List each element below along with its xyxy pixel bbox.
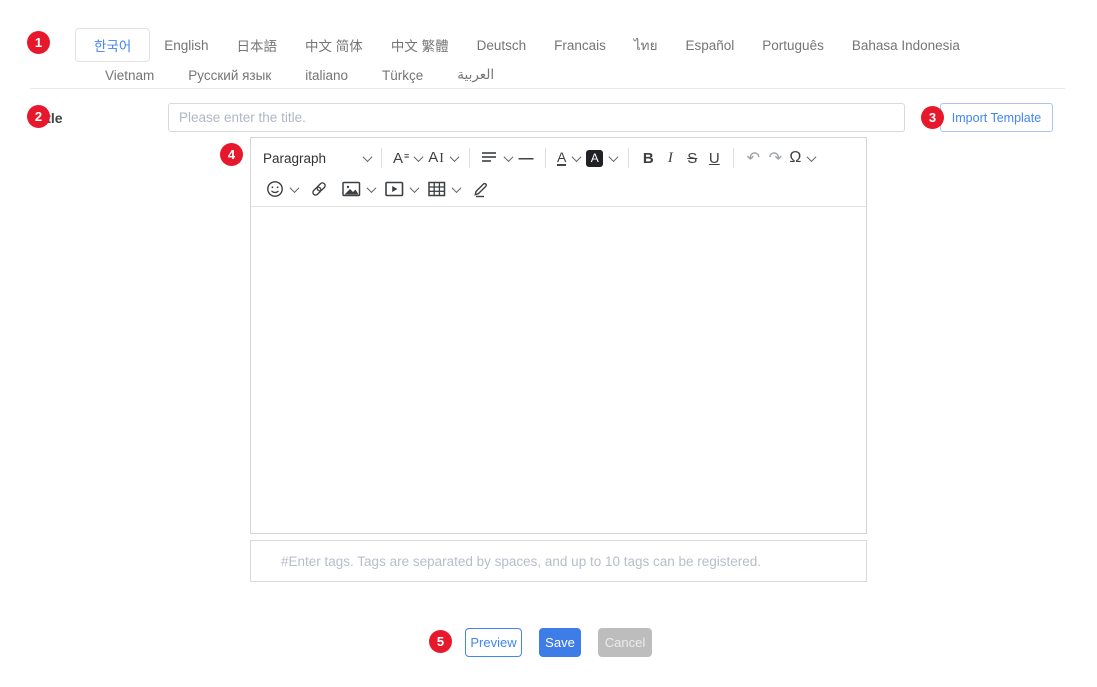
- language-tab-japanese[interactable]: 日本語: [223, 28, 292, 62]
- language-tab-spanish[interactable]: Español: [671, 28, 748, 62]
- language-tabs-row1: 한국어 English 日本語 中文 简体 中文 繁體 Deutsch Fran…: [75, 28, 974, 62]
- annotation-badge-3: 3: [921, 106, 944, 129]
- editor-content-area[interactable]: [251, 207, 866, 533]
- align-left-icon: [481, 151, 498, 165]
- omega-icon: Ω: [789, 149, 801, 167]
- table-icon: [428, 181, 446, 197]
- chevron-down-icon: [572, 152, 582, 162]
- undo-button[interactable]: ↶: [742, 146, 764, 170]
- language-tab-bahasa-indonesia[interactable]: Bahasa Indonesia: [838, 28, 974, 62]
- image-icon: [342, 181, 361, 197]
- align-button[interactable]: [478, 146, 515, 170]
- chevron-down-icon: [504, 152, 514, 162]
- import-template-button[interactable]: Import Template: [940, 103, 1053, 132]
- annotation-badge-2: 2: [27, 105, 50, 128]
- toolbar-row-2: [263, 174, 856, 204]
- toolbar-separator: [545, 148, 546, 168]
- cancel-button[interactable]: Cancel: [598, 628, 652, 657]
- strikethrough-button[interactable]: S: [681, 146, 703, 170]
- tabs-divider: [30, 88, 1065, 89]
- text-color-button[interactable]: A: [554, 146, 583, 170]
- chevron-down-icon: [452, 183, 462, 193]
- chevron-down-icon: [410, 183, 420, 193]
- table-button[interactable]: [425, 177, 463, 201]
- text-color-icon: A: [557, 150, 566, 166]
- rich-text-editor: Paragraph A≡ AI: [250, 137, 867, 534]
- language-tab-turkish[interactable]: Türkçe: [365, 62, 440, 88]
- toolbar-separator: [628, 148, 629, 168]
- chevron-down-icon: [609, 152, 619, 162]
- language-tab-chinese-traditional[interactable]: 中文 繁體: [377, 28, 463, 62]
- italic-button[interactable]: I: [659, 146, 681, 170]
- chevron-down-icon: [363, 152, 373, 162]
- video-button[interactable]: [382, 177, 421, 201]
- language-tab-french[interactable]: Francais: [540, 28, 620, 62]
- language-tabs-row2: Vietnam Русский язык italiano Türkçe الع…: [88, 62, 511, 88]
- language-tab-arabic[interactable]: العربية: [440, 62, 511, 88]
- link-button[interactable]: [307, 177, 331, 201]
- tags-input[interactable]: [250, 540, 867, 582]
- editor-page: 1 2 3 4 5 한국어 English 日本語 中文 简体 中文 繁體 De…: [0, 0, 1097, 687]
- toolbar-row-1: Paragraph A≡ AI: [263, 142, 856, 174]
- special-character-button[interactable]: Ω: [786, 146, 818, 170]
- language-tab-korean[interactable]: 한국어: [75, 28, 150, 62]
- language-tab-russian[interactable]: Русский язык: [171, 62, 288, 88]
- line-height-button[interactable]: AI: [425, 146, 461, 170]
- annotation-badge-5: 5: [429, 630, 452, 653]
- editor-toolbar: Paragraph A≡ AI: [251, 138, 866, 207]
- highlight-color-button[interactable]: A: [583, 146, 620, 170]
- language-tab-vietnamese[interactable]: Vietnam: [88, 62, 171, 88]
- redo-icon: ↷: [769, 148, 782, 168]
- highlight-color-icon: A: [586, 150, 603, 167]
- draw-button[interactable]: [469, 177, 493, 201]
- image-button[interactable]: [339, 177, 378, 201]
- font-size-button[interactable]: A≡: [390, 146, 425, 170]
- annotation-badge-4: 4: [220, 143, 243, 166]
- paragraph-style-select[interactable]: Paragraph: [263, 151, 371, 166]
- redo-button[interactable]: ↷: [764, 146, 786, 170]
- underline-button[interactable]: U: [703, 146, 725, 170]
- horizontal-rule-button[interactable]: —: [515, 146, 537, 170]
- chevron-down-icon: [450, 152, 460, 162]
- font-size-icon: A≡: [393, 150, 408, 167]
- language-tab-english[interactable]: English: [150, 28, 222, 62]
- toolbar-separator: [469, 148, 470, 168]
- bold-button[interactable]: B: [637, 146, 659, 170]
- save-button[interactable]: Save: [539, 628, 581, 657]
- horizontal-rule-icon: —: [518, 150, 533, 167]
- chevron-down-icon: [414, 152, 424, 162]
- emoji-button[interactable]: [263, 177, 301, 201]
- paragraph-style-label: Paragraph: [263, 151, 326, 166]
- chevron-down-icon: [807, 152, 817, 162]
- footer-actions: Preview Save Cancel: [250, 628, 867, 657]
- title-input[interactable]: [168, 103, 905, 132]
- undo-icon: ↶: [747, 148, 760, 168]
- toolbar-separator: [733, 148, 734, 168]
- emoji-icon: [266, 180, 284, 198]
- language-tab-chinese-simplified[interactable]: 中文 简体: [291, 28, 377, 62]
- language-tab-thai[interactable]: ไทย: [620, 28, 672, 62]
- language-tab-portuguese[interactable]: Português: [748, 28, 838, 62]
- line-height-icon: AI: [428, 149, 444, 167]
- link-icon: [310, 180, 328, 198]
- preview-button[interactable]: Preview: [465, 628, 522, 657]
- annotation-badge-1: 1: [27, 31, 50, 54]
- language-tab-german[interactable]: Deutsch: [463, 28, 541, 62]
- toolbar-separator: [381, 148, 382, 168]
- language-tab-italian[interactable]: italiano: [288, 62, 365, 88]
- chevron-down-icon: [367, 183, 377, 193]
- chevron-down-icon: [290, 183, 300, 193]
- video-icon: [385, 181, 404, 197]
- pencil-icon: [472, 180, 490, 198]
